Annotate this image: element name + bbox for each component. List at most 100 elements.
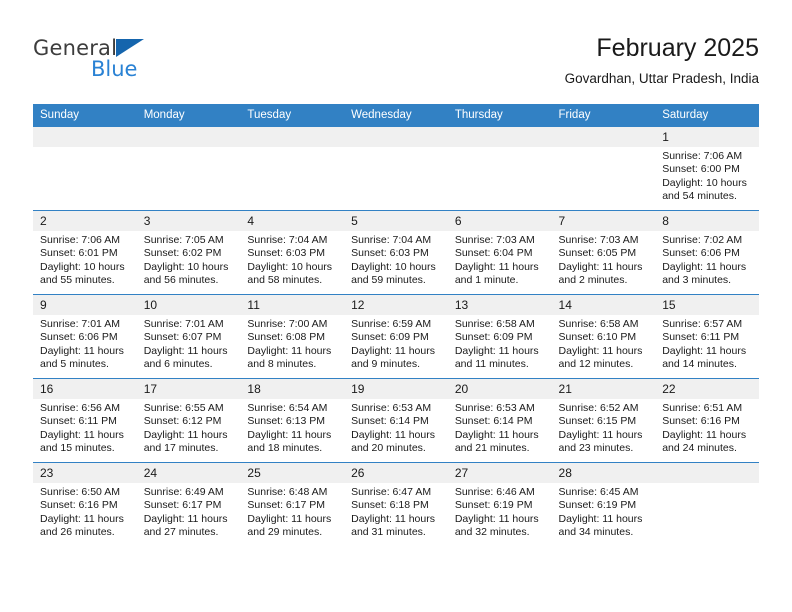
sunset-text: Sunset: 6:06 PM [40, 331, 118, 344]
day-number: 10 [136, 295, 241, 315]
sunrise-text: Sunrise: 6:50 AM [40, 486, 120, 498]
day-details: Sunrise: 7:04 AM Sunset: 6:03 PM Daylight:… [344, 231, 448, 288]
calendar-day-cell[interactable]: 19 Sunrise: 6:53 AM Sunset: 6:14 PM Dayligh… [344, 378, 448, 463]
sunrise-text: Sunrise: 6:53 AM [351, 402, 432, 414]
day-details: Sunrise: 6:47 AM Sunset: 6:18 PM Daylight:… [344, 483, 448, 540]
day-number: 13 [447, 295, 552, 315]
sunset-text: Sunset: 6:10 PM [558, 331, 637, 344]
daylight-text: Daylight: 11 hours and 32 minutes. [454, 512, 539, 539]
calendar-day-cell[interactable]: 17 Sunrise: 6:55 AM Sunset: 6:12 PM Dayligh… [136, 378, 241, 463]
day-number: 26 [344, 463, 448, 483]
daylight-text: Daylight: 11 hours and 23 minutes. [558, 428, 643, 455]
daylight-text: Daylight: 11 hours and 3 minutes. [662, 260, 747, 287]
calendar-week-row: 23 Sunrise: 6:50 AM Sunset: 6:16 PM Dayligh… [33, 462, 759, 547]
sunset-text: Sunset: 6:11 PM [662, 331, 740, 344]
calendar-day-cell[interactable]: 9 Sunrise: 7:01 AM Sunset: 6:06 PM Daylight… [33, 294, 137, 379]
daylight-text: Daylight: 11 hours and 26 minutes. [40, 512, 124, 539]
day-number: 23 [33, 463, 137, 483]
day-details: Sunrise: 7:03 AM Sunset: 6:05 PM Daylight:… [552, 231, 656, 288]
calendar-day-cell[interactable]: 24 Sunrise: 6:49 AM Sunset: 6:17 PM Dayligh… [136, 462, 241, 547]
sunrise-text: Sunrise: 6:58 AM [454, 318, 535, 330]
calendar-day-cell[interactable]: 6 Sunrise: 7:03 AM Sunset: 6:04 PM Daylight… [447, 210, 552, 295]
calendar-day-cell[interactable]: 5 Sunrise: 7:04 AM Sunset: 6:03 PM Daylight… [344, 210, 448, 295]
calendar-day-cell[interactable]: 20 Sunrise: 6:53 AM Sunset: 6:14 PM Dayligh… [447, 378, 552, 463]
day-number: 6 [447, 211, 552, 231]
calendar-day-cell[interactable]: 27 Sunrise: 6:46 AM Sunset: 6:19 PM Dayligh… [447, 462, 552, 547]
sunset-text: Sunset: 6:06 PM [662, 247, 740, 260]
calendar-day-cell[interactable]: 14 Sunrise: 6:58 AM Sunset: 6:10 PM Dayligh… [551, 294, 656, 379]
daylight-text: Daylight: 10 hours and 59 minutes. [351, 260, 436, 287]
sunset-text: Sunset: 6:13 PM [247, 415, 326, 428]
sunrise-text: Sunrise: 6:49 AM [143, 486, 224, 498]
day-number: 17 [136, 379, 241, 399]
calendar-day-cell[interactable]: 4 Sunrise: 7:04 AM Sunset: 6:03 PM Daylight… [240, 210, 345, 295]
day-number: 24 [136, 463, 241, 483]
day-number [655, 463, 759, 483]
day-details: Sunrise: 6:59 AM Sunset: 6:09 PM Daylight:… [344, 315, 448, 372]
calendar-day-cell[interactable]: 1 Sunrise: 7:06 AM Sunset: 6:00 PM Daylight… [655, 126, 759, 211]
daylight-text: Daylight: 11 hours and 18 minutes. [247, 428, 332, 455]
sunrise-text: Sunrise: 6:51 AM [662, 402, 743, 414]
daylight-text: Daylight: 10 hours and 56 minutes. [143, 260, 229, 287]
calendar-body: 1 Sunrise: 7:06 AM Sunset: 6:00 PM Daylight… [33, 126, 759, 547]
daylight-text: Daylight: 11 hours and 15 minutes. [40, 428, 124, 455]
day-details: Sunrise: 7:04 AM Sunset: 6:03 PM Daylight:… [240, 231, 344, 288]
daylight-text: Daylight: 11 hours and 5 minutes. [40, 344, 124, 371]
day-details: Sunrise: 6:50 AM Sunset: 6:16 PM Daylight:… [33, 483, 137, 540]
calendar-day-cell[interactable]: 28 Sunrise: 6:45 AM Sunset: 6:19 PM Dayligh… [551, 462, 656, 547]
sunset-text: Sunset: 6:16 PM [662, 415, 740, 428]
calendar-day-cell[interactable]: 15 Sunrise: 6:57 AM Sunset: 6:11 PM Dayligh… [655, 294, 759, 379]
calendar-day-cell[interactable]: 11 Sunrise: 7:00 AM Sunset: 6:08 PM Dayligh… [240, 294, 345, 379]
daylight-text: Daylight: 11 hours and 24 minutes. [662, 428, 747, 455]
calendar-day-cell[interactable]: 22 Sunrise: 6:51 AM Sunset: 6:16 PM Dayligh… [655, 378, 759, 463]
daylight-text: Daylight: 11 hours and 29 minutes. [247, 512, 332, 539]
day-details: Sunrise: 6:55 AM Sunset: 6:12 PM Daylight:… [137, 399, 241, 456]
calendar-day-cell[interactable]: 3 Sunrise: 7:05 AM Sunset: 6:02 PM Daylight… [136, 210, 241, 295]
sunset-text: Sunset: 6:17 PM [247, 499, 326, 512]
calendar-day-cell[interactable]: 7 Sunrise: 7:03 AM Sunset: 6:05 PM Daylight… [551, 210, 656, 295]
sunrise-text: Sunrise: 6:54 AM [247, 402, 328, 414]
weekday-header-sunday: Sunday [33, 104, 137, 127]
day-number: 11 [240, 295, 345, 315]
calendar-day-cell[interactable]: 26 Sunrise: 6:47 AM Sunset: 6:18 PM Dayligh… [344, 462, 448, 547]
daylight-text: Daylight: 11 hours and 11 minutes. [454, 344, 539, 371]
daylight-text: Daylight: 11 hours and 21 minutes. [454, 428, 539, 455]
sunrise-text: Sunrise: 7:02 AM [662, 234, 743, 246]
daylight-text: Daylight: 10 hours and 58 minutes. [247, 260, 333, 287]
day-number: 19 [344, 379, 448, 399]
calendar-day-cell[interactable]: 18 Sunrise: 6:54 AM Sunset: 6:13 PM Dayligh… [240, 378, 345, 463]
day-number: 28 [551, 463, 656, 483]
calendar-day-cell[interactable]: 8 Sunrise: 7:02 AM Sunset: 6:06 PM Daylight… [655, 210, 759, 295]
sunrise-text: Sunrise: 6:55 AM [143, 402, 224, 414]
weekday-header-tuesday: Tuesday [240, 104, 345, 127]
day-details: Sunrise: 6:53 AM Sunset: 6:14 PM Daylight:… [448, 399, 552, 456]
sunrise-text: Sunrise: 6:59 AM [351, 318, 432, 330]
day-details: Sunrise: 6:46 AM Sunset: 6:19 PM Daylight:… [448, 483, 552, 540]
day-number: 21 [551, 379, 656, 399]
calendar-week-row: 16 Sunrise: 6:56 AM Sunset: 6:11 PM Dayligh… [33, 378, 759, 463]
calendar-day-cell[interactable]: 12 Sunrise: 6:59 AM Sunset: 6:09 PM Dayligh… [344, 294, 448, 379]
sunset-text: Sunset: 6:04 PM [454, 247, 533, 260]
sunrise-text: Sunrise: 7:03 AM [454, 234, 535, 246]
calendar-day-cell[interactable]: 21 Sunrise: 6:52 AM Sunset: 6:15 PM Dayligh… [551, 378, 656, 463]
sunrise-text: Sunrise: 6:45 AM [558, 486, 639, 498]
calendar-day-cell[interactable]: 25 Sunrise: 6:48 AM Sunset: 6:17 PM Dayligh… [240, 462, 345, 547]
daylight-text: Daylight: 11 hours and 20 minutes. [351, 428, 435, 455]
general-blue-logo: General Blue [33, 38, 253, 88]
calendar-day-cell[interactable]: 16 Sunrise: 6:56 AM Sunset: 6:11 PM Dayligh… [33, 378, 137, 463]
sunset-text: Sunset: 6:08 PM [247, 331, 326, 344]
day-number: 7 [551, 211, 656, 231]
calendar-day-cell[interactable]: 23 Sunrise: 6:50 AM Sunset: 6:16 PM Dayligh… [33, 462, 137, 547]
day-number [344, 127, 448, 147]
day-number: 12 [344, 295, 448, 315]
daylight-text: Daylight: 11 hours and 12 minutes. [558, 344, 643, 371]
calendar-day-cell[interactable]: 10 Sunrise: 7:01 AM Sunset: 6:07 PM Dayligh… [136, 294, 241, 379]
page-title: February 2025 [596, 34, 759, 62]
day-number: 20 [447, 379, 552, 399]
day-number: 1 [655, 127, 759, 147]
calendar-day-cell[interactable]: 13 Sunrise: 6:58 AM Sunset: 6:09 PM Dayligh… [447, 294, 552, 379]
daylight-text: Daylight: 11 hours and 6 minutes. [143, 344, 228, 371]
day-number: 25 [240, 463, 345, 483]
calendar-day-cell[interactable]: 2 Sunrise: 7:06 AM Sunset: 6:01 PM Daylight… [33, 210, 137, 295]
sunset-text: Sunset: 6:14 PM [454, 415, 533, 428]
